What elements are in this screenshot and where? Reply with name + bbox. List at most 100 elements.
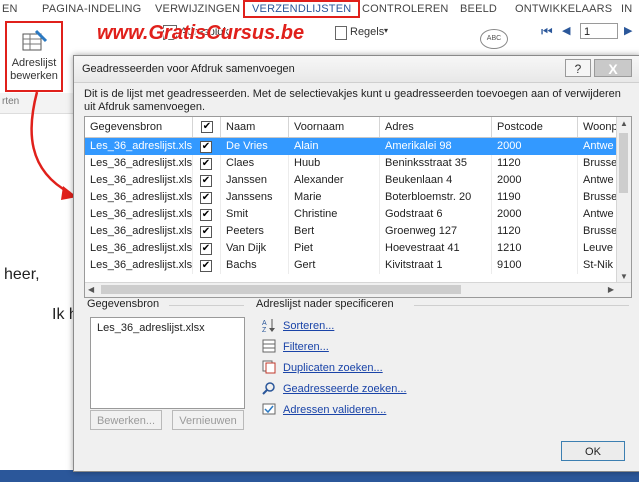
cell-adres: Beninksstraat 35 — [380, 155, 492, 172]
previous-record-icon[interactable]: ◀ — [562, 24, 570, 37]
cell-voornaam: Bert — [289, 223, 380, 240]
row-checkbox[interactable]: ✔ — [200, 175, 212, 187]
table-row[interactable]: Les_36_adreslijst.xlsx ✔ Van Dijk Piet H… — [85, 240, 618, 257]
tab-verzendlijsten[interactable]: VERZENDLIJSTEN — [243, 0, 361, 18]
scroll-thumb[interactable] — [619, 133, 628, 193]
cell-voornaam: Alain — [289, 138, 380, 155]
scroll-down-icon[interactable]: ▼ — [620, 272, 628, 281]
cell-postcode: 2000 — [492, 172, 578, 189]
list-item[interactable]: Les_36_adreslijst.xlsx — [97, 322, 205, 334]
cell-postcode: 1120 — [492, 223, 578, 240]
row-checkbox[interactable]: ✔ — [200, 260, 212, 272]
cell-voornaam: Huub — [289, 155, 380, 172]
ribbon-tab-bar: EN PAGINA-INDELING VERWIJZINGEN VERZENDL… — [0, 0, 639, 20]
cell-woonplaats: Antwe — [578, 206, 618, 223]
ok-button[interactable]: OK — [561, 441, 625, 461]
row-checkbox[interactable]: ✔ — [200, 226, 212, 238]
first-record-icon[interactable]: ⏮ — [541, 24, 553, 40]
scroll-right-icon[interactable]: ▶ — [608, 285, 614, 294]
tab-ontwikkelaars[interactable]: ONTWIKKELAARS — [515, 3, 612, 15]
cell-source: Les_36_adreslijst.xlsx — [85, 223, 193, 240]
cell-adres: Boterbloemstr. 20 — [380, 189, 492, 206]
vertical-scrollbar[interactable]: ▲ ▼ — [616, 117, 631, 283]
tab-verwijzingen[interactable]: VERWIJZINGEN — [155, 3, 240, 15]
sort-link[interactable]: Sorteren... — [283, 320, 334, 332]
cell-woonplaats: Antwe — [578, 138, 618, 155]
col-checkbox[interactable]: ✔ — [193, 117, 221, 137]
row-checkbox[interactable]: ✔ — [200, 243, 212, 255]
find-recipient-link[interactable]: Geadresseerde zoeken... — [283, 383, 407, 395]
watermark: www.GratisCursus.be — [97, 22, 305, 44]
cell-voornaam: Alexander — [289, 172, 380, 189]
rules-button[interactable]: Regels — [350, 26, 384, 38]
divider — [169, 305, 244, 306]
table-row[interactable]: Les_36_adreslijst.xlsx ✔ Janssens Marie … — [85, 189, 618, 206]
table-row[interactable]: Les_36_adreslijst.xlsx ✔ Smit Christine … — [85, 206, 618, 223]
cell-woonplaats: Brusse — [578, 189, 618, 206]
col-woonplaats[interactable]: Woonpl — [578, 117, 618, 137]
table-row[interactable]: Les_36_adreslijst.xlsx ✔ Janssen Alexand… — [85, 172, 618, 189]
col-adres[interactable]: Adres — [380, 117, 492, 137]
select-all-checkbox[interactable]: ✔ — [201, 121, 213, 133]
cell-woonplaats: Brusse — [578, 223, 618, 240]
col-voornaam[interactable]: Voornaam — [289, 117, 380, 137]
horizontal-scrollbar[interactable]: ◀ ▶ — [85, 282, 631, 297]
find-duplicates-link[interactable]: Duplicaten zoeken... — [283, 362, 383, 374]
filter-link[interactable]: Filteren... — [283, 341, 329, 353]
cell-source: Les_36_adreslijst.xlsx — [85, 240, 193, 257]
edit-recipient-list-button[interactable]: Adreslijst bewerken — [5, 21, 63, 92]
data-source-list[interactable]: Les_36_adreslijst.xlsx — [90, 317, 245, 409]
scroll-left-icon[interactable]: ◀ — [88, 285, 94, 294]
table-row[interactable]: Les_36_adreslijst.xlsx ✔ De Vries Alain … — [85, 138, 618, 155]
cell-source: Les_36_adreslijst.xlsx — [85, 138, 193, 155]
table-row[interactable]: Les_36_adreslijst.xlsx ✔ Peeters Bert Gr… — [85, 223, 618, 240]
help-button[interactable]: ? — [565, 59, 591, 77]
cell-source: Les_36_adreslijst.xlsx — [85, 257, 193, 274]
col-gegevensbron[interactable]: Gegevensbron — [85, 117, 193, 137]
cell-source: Les_36_adreslijst.xlsx — [85, 206, 193, 223]
dialog-title-bar: Geadresseerden voor Afdruk samenvoegen ?… — [74, 56, 639, 83]
tab-pagina-indeling[interactable]: PAGINA-INDELING — [42, 3, 141, 15]
cell-naam: Smit — [221, 206, 289, 223]
edit-button[interactable]: Bewerken... — [90, 410, 162, 430]
svg-text:Z: Z — [262, 327, 267, 332]
ruler-label: rten — [2, 96, 20, 107]
cell-adres: Beukenlaan 4 — [380, 172, 492, 189]
scroll-up-icon[interactable]: ▲ — [620, 119, 628, 128]
row-checkbox[interactable]: ✔ — [200, 209, 212, 221]
row-checkbox[interactable]: ✔ — [200, 192, 212, 204]
table-row[interactable]: Les_36_adreslijst.xlsx ✔ Bachs Gert Kivi… — [85, 257, 618, 274]
preview-results-icon[interactable]: ABC — [480, 29, 508, 49]
row-checkbox[interactable]: ✔ — [200, 141, 212, 153]
col-postcode[interactable]: Postcode — [492, 117, 578, 137]
cell-voornaam: Marie — [289, 189, 380, 206]
cell-naam: Bachs — [221, 257, 289, 274]
svg-text:A: A — [262, 320, 267, 327]
tab-invoegtoepassingen[interactable]: IN — [621, 3, 632, 15]
validate-addresses-link[interactable]: Adressen valideren... — [283, 404, 386, 416]
cell-woonplaats: Brusse — [578, 155, 618, 172]
cell-postcode: 9100 — [492, 257, 578, 274]
divider — [414, 305, 629, 306]
cell-source: Les_36_adreslijst.xlsx — [85, 155, 193, 172]
filter-icon — [262, 339, 276, 353]
refresh-button[interactable]: Vernieuwen — [172, 410, 244, 430]
row-checkbox[interactable]: ✔ — [200, 158, 212, 170]
close-button[interactable]: X — [594, 59, 632, 77]
col-naam[interactable]: Naam — [221, 117, 289, 137]
cell-woonplaats: Leuve — [578, 240, 618, 257]
next-record-icon[interactable]: ▶ — [624, 24, 632, 37]
tab-controleren[interactable]: CONTROLEREN — [362, 3, 449, 15]
tab-start[interactable]: EN — [2, 3, 18, 15]
cell-voornaam: Piet — [289, 240, 380, 257]
table-row[interactable]: Les_36_adreslijst.xlsx ✔ Claes Huub Beni… — [85, 155, 618, 172]
scroll-thumb[interactable] — [101, 285, 461, 294]
cell-adres: Groenweg 127 — [380, 223, 492, 240]
tab-beeld[interactable]: BEELD — [460, 3, 497, 15]
cell-woonplaats: St-Nik — [578, 257, 618, 274]
cell-woonplaats: Antwe — [578, 172, 618, 189]
cell-source: Les_36_adreslijst.xlsx — [85, 189, 193, 206]
cell-naam: Janssens — [221, 189, 289, 206]
record-number-input[interactable]: 1 — [580, 23, 618, 39]
dialog-title: Geadresseerden voor Afdruk samenvoegen — [82, 63, 295, 75]
